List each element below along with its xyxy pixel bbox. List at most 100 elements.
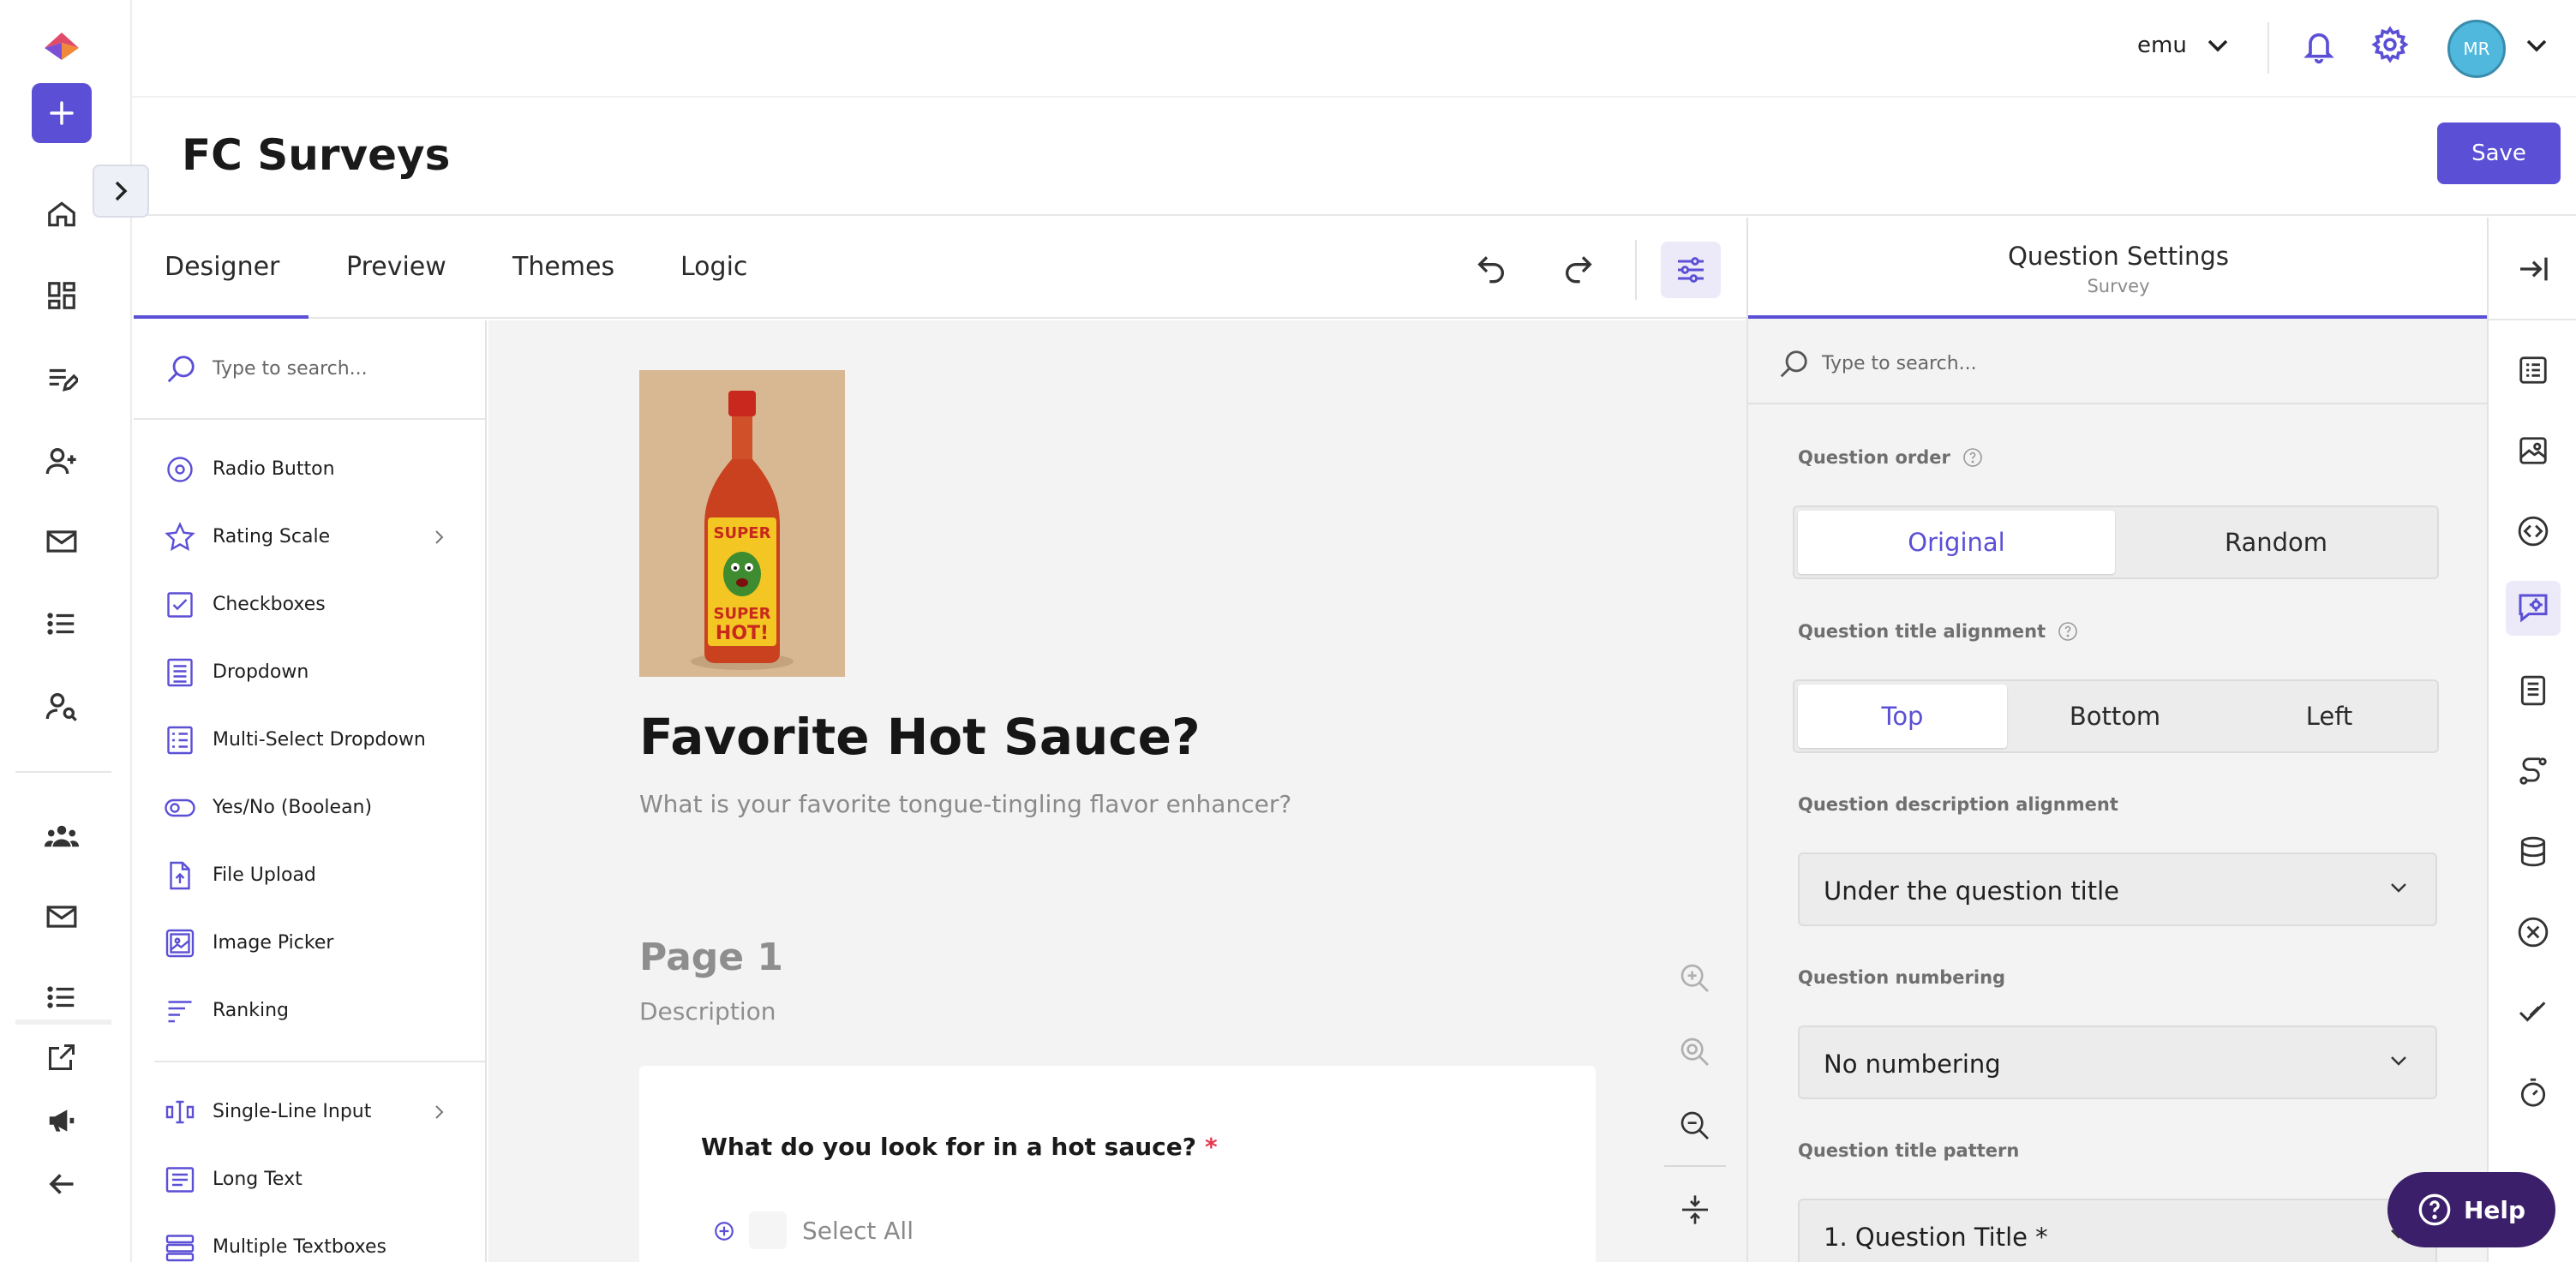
question-card[interactable]: What do you look for in a hot sauce? * Se…: [639, 1066, 1596, 1262]
toolbox-item-label: Dropdown: [213, 661, 309, 683]
toolbox-item-image-picker[interactable]: Image Picker: [134, 913, 485, 973]
panel-search[interactable]: Type to search...: [1748, 319, 2487, 404]
help-circle-icon[interactable]: [1962, 447, 1983, 468]
page-description[interactable]: Description: [639, 997, 776, 1026]
account-menu-chevron-icon[interactable]: [2525, 38, 2549, 53]
user-avatar[interactable]: MR: [2447, 20, 2506, 78]
page-title-bar: FC Surveys Save: [132, 99, 2576, 216]
expand-nav-button[interactable]: [93, 164, 149, 218]
logo-image-settings-icon[interactable]: [2514, 432, 2552, 470]
toolbox-item-dropdown[interactable]: Dropdown: [134, 643, 485, 703]
show-on-completed-icon[interactable]: [2514, 994, 2552, 1032]
undo-icon[interactable]: [1474, 250, 1508, 284]
title-alignment-left-option[interactable]: Left: [2223, 685, 2435, 748]
user-search-icon[interactable]: [41, 685, 82, 727]
tenant-name: emu: [2137, 33, 2187, 58]
mail-outline-icon[interactable]: [41, 896, 82, 937]
select-all-label[interactable]: Select All: [802, 1217, 914, 1245]
collapse-panel-icon[interactable]: [2514, 250, 2552, 288]
survey-logo-image[interactable]: SUPER SUPER HOT!: [639, 370, 845, 677]
general-settings-icon[interactable]: [2514, 351, 2552, 389]
help-button[interactable]: Help: [2387, 1172, 2555, 1247]
zoom-divider: [1664, 1165, 1726, 1167]
description-alignment-label: Question description alignment: [1798, 794, 2118, 815]
timer-icon[interactable]: [2514, 1074, 2552, 1112]
data-settings-icon[interactable]: [2514, 833, 2552, 870]
zoom-reset-icon[interactable]: [1671, 1028, 1719, 1076]
numbered-list-icon[interactable]: [41, 977, 82, 1018]
tab-designer[interactable]: Designer: [165, 252, 279, 282]
create-new-button[interactable]: [32, 83, 92, 143]
search-icon: [1777, 348, 1810, 380]
title-alignment-bottom-option[interactable]: Bottom: [2010, 685, 2220, 748]
mail-icon[interactable]: [41, 521, 82, 562]
tab-logic[interactable]: Logic: [680, 252, 747, 282]
notifications-bell-icon[interactable]: [2302, 27, 2336, 65]
title-alignment-top-option[interactable]: Top: [1798, 685, 2007, 748]
toolbox-search[interactable]: Type to search...: [134, 320, 485, 420]
title-alignment-selector: Top Bottom Left: [1793, 679, 2439, 753]
toolbox-item-single-line-input[interactable]: Single-Line Input: [134, 1082, 485, 1142]
question-settings-icon[interactable]: [2514, 589, 2552, 627]
logic-flow-icon[interactable]: [2514, 752, 2552, 790]
dashboard-icon[interactable]: [41, 275, 82, 316]
toolbox-item-rating-scale[interactable]: Rating Scale: [134, 507, 485, 567]
toolbox-item-yes-no-boolean[interactable]: Yes/No (Boolean): [134, 778, 485, 838]
question-order-original-option[interactable]: Original: [1798, 511, 2115, 574]
help-circle-icon: [2418, 1193, 2451, 1226]
help-circle-icon[interactable]: [2058, 621, 2078, 642]
surveys-edit-icon[interactable]: [41, 358, 82, 399]
team-icon[interactable]: [41, 816, 82, 857]
tenant-switcher[interactable]: emu: [2137, 33, 2230, 58]
toolbox-item-file-upload[interactable]: File Upload: [134, 846, 485, 906]
tab-preview[interactable]: Preview: [346, 252, 446, 282]
survey-title[interactable]: Favorite Hot Sauce?: [639, 708, 1201, 766]
megaphone-icon[interactable]: [41, 1100, 82, 1141]
title-pattern-dropdown[interactable]: 1. Question Title *: [1798, 1199, 2437, 1262]
toolbox-item-label: File Upload: [213, 864, 316, 886]
back-arrow-icon[interactable]: [41, 1163, 82, 1205]
redo-icon[interactable]: [1561, 250, 1596, 284]
validation-settings-icon[interactable]: [2514, 913, 2552, 951]
toolbox-item-ranking[interactable]: Ranking: [134, 981, 485, 1041]
toggle-settings-panel-button[interactable]: [1661, 242, 1721, 298]
zoom-out-icon[interactable]: [1671, 1102, 1719, 1150]
chevron-down-icon: [2391, 883, 2406, 893]
page-name[interactable]: Page 1: [639, 936, 783, 979]
bottle-label-line3: HOT!: [716, 623, 769, 644]
save-button[interactable]: Save: [2437, 123, 2561, 184]
settings-gear-icon[interactable]: [2371, 26, 2409, 63]
question-numbering-value: No numbering: [1824, 1050, 2001, 1079]
select-all-checkbox[interactable]: [749, 1211, 787, 1249]
checkbox-icon: [167, 592, 193, 618]
navigation-settings-icon[interactable]: [2514, 512, 2552, 550]
zoom-in-icon[interactable]: [1671, 954, 1719, 1002]
app-logo[interactable]: [43, 31, 81, 62]
question-order-label-text: Question order: [1798, 447, 1950, 468]
toolbox-item-long-text[interactable]: Long Text: [134, 1150, 485, 1210]
toolbox-item-checkboxes[interactable]: Checkboxes: [134, 575, 485, 635]
tab-themes[interactable]: Themes: [512, 252, 614, 282]
pages-settings-icon[interactable]: [2514, 672, 2552, 709]
add-choice-icon[interactable]: [713, 1220, 735, 1242]
toolbox-item-multiple-textboxes[interactable]: Multiple Textboxes: [134, 1217, 485, 1262]
chevron-down-icon: [2391, 1056, 2406, 1066]
text-input-icon: [165, 1100, 195, 1124]
survey-description[interactable]: What is your favorite tongue-tingling fl…: [639, 790, 1291, 818]
toolbox-item-label: Multi-Select Dropdown: [213, 729, 426, 751]
description-alignment-dropdown[interactable]: Under the question title: [1798, 852, 2437, 926]
panel-search-placeholder: Type to search...: [1822, 353, 1977, 374]
bottle-label-line1: SUPER: [714, 524, 771, 542]
toolbox-item-radio-button[interactable]: Radio Button: [134, 440, 485, 499]
external-link-icon[interactable]: [41, 1037, 82, 1078]
question-title[interactable]: What do you look for in a hot sauce? *: [701, 1133, 1218, 1161]
question-numbering-dropdown[interactable]: No numbering: [1798, 1026, 2437, 1099]
toolbox-item-multi-select-dropdown[interactable]: Multi-Select Dropdown: [134, 710, 485, 770]
panel-subtitle: Survey: [2087, 276, 2150, 296]
collapse-all-icon[interactable]: [1671, 1186, 1719, 1234]
list-icon[interactable]: [41, 603, 82, 644]
home-icon[interactable]: [41, 194, 82, 235]
question-order-label: Question order: [1798, 447, 1983, 468]
question-order-random-option[interactable]: Random: [2117, 511, 2435, 574]
add-contact-icon[interactable]: [41, 440, 82, 481]
